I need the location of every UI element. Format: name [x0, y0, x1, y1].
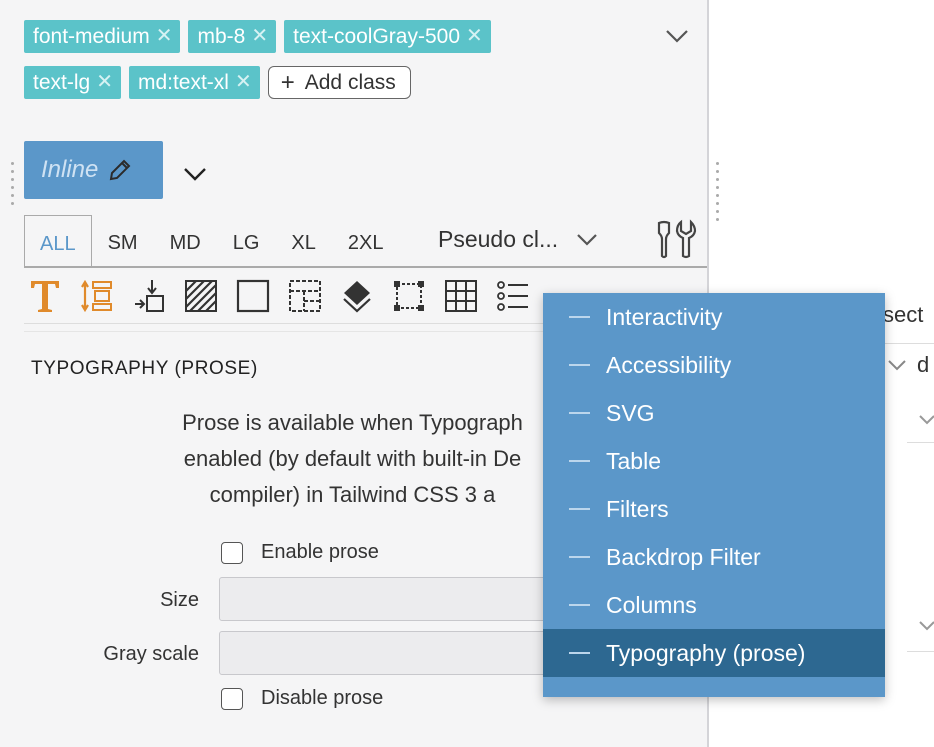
class-chip[interactable]: mb-8 ✕	[188, 20, 277, 53]
menu-item-label: Typography (prose)	[606, 639, 806, 666]
dash-icon	[569, 460, 590, 462]
chevron-down-icon[interactable]	[917, 616, 934, 642]
spacing-icon[interactable]	[78, 277, 116, 315]
menu-item-label: Filters	[606, 495, 669, 522]
inline-state-button[interactable]: Inline	[24, 141, 163, 199]
add-class-label: Add class	[304, 70, 396, 94]
gray-scale-select[interactable]	[219, 631, 559, 675]
property-group-toolbar	[26, 276, 546, 316]
remove-icon[interactable]: ✕	[235, 66, 252, 99]
menu-item-label: Backdrop Filter	[606, 543, 761, 570]
chevron-down-icon[interactable]	[181, 160, 209, 193]
add-class-button[interactable]: + Add class	[267, 66, 411, 99]
chip-label: text-lg	[33, 71, 91, 94]
tab-2xl[interactable]: 2XL	[332, 215, 400, 267]
divider	[907, 651, 934, 652]
info-line: enabled (by default with built-in De	[183, 446, 522, 471]
drag-handle-left[interactable]	[11, 162, 15, 210]
divider	[24, 266, 707, 268]
inline-label: Inline	[41, 156, 99, 183]
menu-item-label: Interactivity	[606, 303, 723, 330]
section-title: TYPOGRAPHY (PROSE)	[31, 358, 258, 379]
dash-icon	[569, 556, 590, 558]
size-select[interactable]	[219, 577, 559, 621]
tab-lg[interactable]: LG	[217, 215, 276, 267]
class-chip[interactable]: font-medium ✕	[24, 20, 181, 53]
menu-item-accessibility[interactable]: Accessibility	[543, 341, 885, 389]
background-icon[interactable]	[182, 277, 220, 315]
border-icon[interactable]	[234, 277, 272, 315]
menu-item-label: Columns	[606, 591, 697, 618]
menu-item-table[interactable]: Table	[543, 437, 885, 485]
menu-item-svg[interactable]: SVG	[543, 389, 885, 437]
remove-icon[interactable]: ✕	[251, 20, 268, 53]
dash-icon	[569, 508, 590, 510]
chip-label: mb-8	[197, 25, 246, 48]
chevron-down-icon[interactable]	[885, 353, 909, 383]
dash-icon	[569, 364, 590, 366]
enable-prose-label: Enable prose	[261, 541, 379, 563]
divider	[885, 343, 934, 344]
menu-item-typography-prose[interactable]: Typography (prose)	[543, 629, 885, 677]
remove-icon[interactable]: ✕	[96, 66, 113, 99]
tools-icon[interactable]	[655, 219, 697, 266]
disable-prose-checkbox[interactable]	[221, 687, 243, 710]
menu-item-filters[interactable]: Filters	[543, 485, 885, 533]
disable-prose-row: Disable prose	[221, 687, 383, 710]
menu-item-label: SVG	[606, 399, 655, 426]
gray-scale-label: Gray scale	[103, 643, 199, 665]
remove-icon[interactable]: ✕	[466, 20, 483, 53]
flexbox-icon[interactable]	[390, 277, 428, 315]
dash-icon	[569, 604, 590, 606]
chip-label: font-medium	[33, 25, 150, 48]
truncated-text: sect	[883, 302, 924, 327]
class-chip[interactable]: text-lg ✕	[24, 66, 121, 99]
dash-icon	[569, 652, 590, 654]
effects-icon[interactable]	[338, 277, 376, 315]
menu-item-interactivity[interactable]: Interactivity	[543, 293, 885, 341]
class-chip[interactable]: md:text-xl ✕	[128, 66, 260, 99]
chip-label: text-coolGray-500	[293, 25, 461, 48]
info-line: compiler) in Tailwind CSS 3 a	[209, 482, 496, 507]
pseudo-class-label: Pseudo cl...	[438, 226, 559, 252]
tab-md[interactable]: MD	[154, 215, 217, 267]
plus-icon: +	[280, 68, 295, 96]
chip-label: md:text-xl	[137, 71, 229, 94]
size-label: Size	[160, 589, 199, 611]
tab-sm[interactable]: SM	[92, 215, 154, 267]
truncated-text: d	[917, 352, 930, 377]
class-chip[interactable]: text-coolGray-500 ✕	[284, 20, 491, 53]
pseudo-class-select[interactable]: Pseudo cl...	[438, 226, 600, 253]
remove-icon[interactable]: ✕	[156, 20, 173, 53]
drag-handle-right[interactable]	[716, 162, 720, 226]
divider	[907, 442, 934, 443]
prose-info-text: Prose is available when Typograph enable…	[95, 405, 610, 513]
position-icon[interactable]	[130, 277, 168, 315]
chevron-down-icon[interactable]	[663, 22, 691, 55]
breakpoint-tabs: ALL SM MD LG XL 2XL	[24, 215, 399, 267]
enable-prose-row: Enable prose	[221, 541, 379, 564]
tab-xl[interactable]: XL	[275, 215, 331, 267]
class-chips: font-medium ✕ mb-8 ✕ text-coolGray-500 ✕ te…	[24, 20, 624, 112]
menu-item-label: Accessibility	[606, 351, 732, 378]
list-icon[interactable]	[494, 277, 532, 315]
pencil-icon	[110, 159, 131, 181]
property-group-menu: Interactivity Accessibility SVG Table Fi…	[543, 293, 885, 697]
menu-item-columns[interactable]: Columns	[543, 581, 885, 629]
info-line: Prose is available when Typograph	[182, 410, 523, 435]
dash-icon	[569, 412, 590, 414]
tab-all[interactable]: ALL	[24, 215, 92, 267]
grid-icon[interactable]	[442, 277, 480, 315]
menu-item-backdrop-filter[interactable]: Backdrop Filter	[543, 533, 885, 581]
dash-icon	[569, 316, 590, 318]
enable-prose-checkbox[interactable]	[221, 541, 243, 564]
chevron-down-icon[interactable]	[917, 410, 934, 436]
layout-icon[interactable]	[286, 277, 324, 315]
typography-icon[interactable]	[26, 277, 64, 315]
menu-item-label: Table	[606, 447, 661, 474]
chevron-down-icon	[577, 233, 597, 246]
disable-prose-label: Disable prose	[261, 687, 384, 709]
